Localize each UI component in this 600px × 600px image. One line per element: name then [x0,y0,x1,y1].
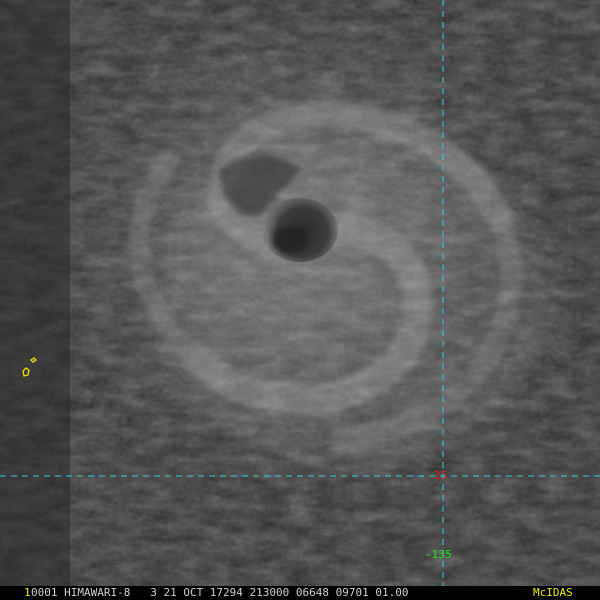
satellite-image-viewer: 25 -135 1 0001 HIMAWARI-8 3 21 OCT 17294… [0,0,600,600]
latitude-label: 25 [434,469,448,482]
mcidas-brand: McIDAS [533,586,573,599]
satellite-image [0,0,600,600]
longitude-label: -135 [425,548,452,561]
status-bar: 1 0001 HIMAWARI-8 3 21 OCT 17294 213000 … [0,586,600,600]
image-metadata-text: 0001 HIMAWARI-8 3 21 OCT 17294 213000 06… [31,586,409,599]
frame-number: 1 [24,586,31,599]
